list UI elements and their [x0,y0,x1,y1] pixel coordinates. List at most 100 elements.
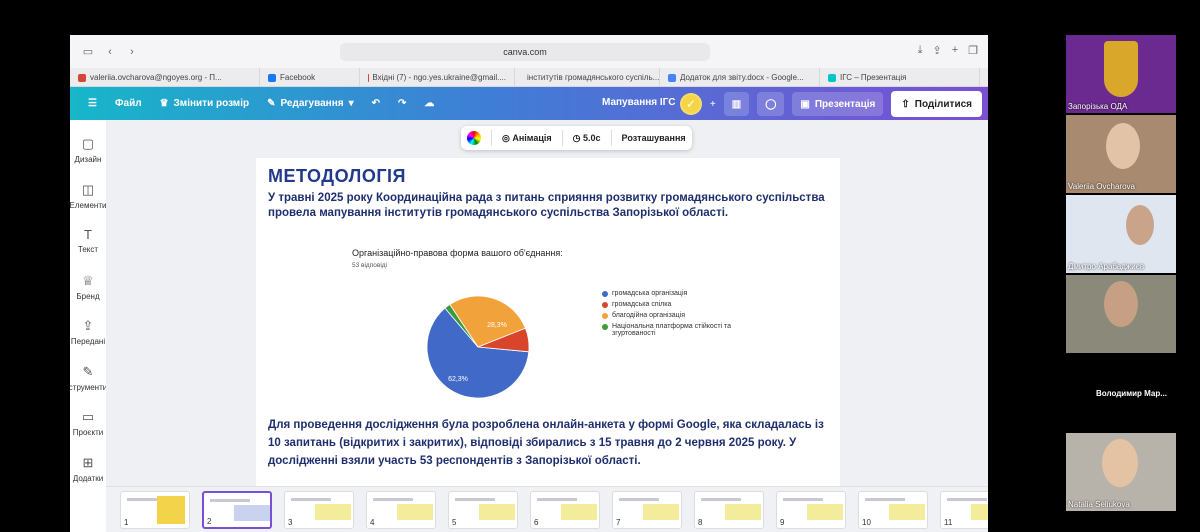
page-thumbnail[interactable]: 7 [612,491,682,529]
participant-tile[interactable]: Valeriia Ovcharova [1066,115,1176,193]
legend-swatch [602,302,608,308]
page-number: 11 [944,518,953,527]
tab-label: інститутів громадянського суспіль... [527,73,660,82]
chart-legend: громадська організація громадська спілка б… [602,290,742,341]
slide-method-text: Для проведення дослідження була розробле… [268,419,824,467]
back-icon[interactable]: ‹ [102,45,118,59]
page-number: 2 [207,517,212,526]
participant-avatar [1102,439,1138,487]
resize-button[interactable]: ♛ Змінити розмір [160,98,250,109]
thumbnail-preview [479,504,515,520]
page-thumbnail[interactable]: 11 [940,491,988,529]
sidebar-item-label: Проєкти [72,428,104,437]
thumbnail-preview [889,504,925,520]
edit-label: Редагування [280,98,344,109]
comment-icon[interactable]: ◯ [757,92,785,116]
page-thumbnail[interactable]: 6 [530,491,600,529]
left-sidebar: ▢ Дизайн ◫ Елементи T Текст ♕ Бренд ⇪ Передані ✎ ст… [70,120,107,532]
favicon-icon [828,73,836,82]
upload-icon: ⇧ [901,98,910,110]
browser-window: ▭ ‹ › canva.com ⤓ ⇪ + ❐ valeriia.ovcharo… [70,35,988,532]
share-button[interactable]: ⇧ Поділитися [891,91,982,117]
sidebar-item-label: Бренд [76,291,100,301]
add-icon[interactable]: + [710,99,716,110]
legend-label: Національна платформа стійкості та згурт… [612,323,732,337]
participant-tile[interactable]: Запорізька ОДА [1066,35,1176,113]
page-number: 7 [616,518,621,527]
color-icon[interactable] [467,131,481,145]
browser-tab[interactable]: Facebook [260,68,360,87]
participant-tile[interactable]: Natalia Seliukova [1066,433,1176,511]
duration-button[interactable]: ◷ 5.0с [573,133,601,144]
tab-label: ІГС – Презентація [840,73,907,82]
thumbnail-preview [291,498,331,501]
cloud-icon[interactable]: ☁ [424,98,434,109]
divider [491,130,492,146]
forward-icon[interactable]: › [124,45,140,59]
canva-header: ☰ Файл ♛ Змінити розмір ✎ Редагування ▾ ↶ … [70,87,988,120]
legend-label: громадська спілка [612,301,672,308]
slide[interactable]: МЕТОДОЛОГІЯ У травні 2025 року Координац… [256,158,840,486]
page-thumbnail[interactable]: 1 [120,491,190,529]
thumbnail-preview [234,505,270,521]
divider [561,130,563,146]
check-icon[interactable]: ✓ [679,93,702,115]
divider [610,130,612,146]
pie-slice [444,303,479,348]
thumbnail-preview [947,498,987,501]
participant-avatar [1104,281,1138,327]
page-thumbnail[interactable]: 10 [858,491,928,529]
favicon-icon [668,73,676,82]
browser-tab[interactable]: Додаток для звіту.docx - Google... [660,68,820,87]
document-title[interactable]: Мапування ІГС [602,97,675,108]
browser-tab[interactable]: Вхідні (7) - ngo.yes.ukraine@gmail.... [360,68,515,87]
page-thumbnail[interactable]: 9 [776,491,846,529]
participant-tile[interactable]: Володимир Мар... [1066,355,1176,433]
resize-label: Змінити розмір [173,98,250,109]
new-tab-icon[interactable]: + [952,44,958,57]
file-menu[interactable]: Файл [115,98,142,109]
legend-item: благодійна організація [602,312,742,319]
browser-tab[interactable]: інститутів громадянського суспіль... [515,68,660,87]
position-button[interactable]: Розташування [622,133,686,143]
sidebar-item-label: Елементи [70,200,107,210]
address-bar[interactable]: canva.com [340,43,710,61]
download-icon[interactable]: ⤓ [918,44,923,57]
menu-icon[interactable]: ☰ [88,98,97,109]
favicon-icon [78,73,86,82]
editor-workspace: ◎ Анімація ◷ 5.0с Розташування МЕТОДОЛОГ… [106,120,988,532]
floating-toolbar: ◎ Анімація ◷ 5.0с Розташування [461,126,692,150]
chart-title: Організаційно-правова форма вашого об'єд… [352,248,563,258]
page-thumbnail[interactable]: 4 [366,491,436,529]
pie-data-label: 28,3% [487,322,507,329]
browser-tab[interactable]: ІГС – Презентація [820,68,980,87]
page-thumbnail[interactable]: 5 [448,491,518,529]
thumbnail-preview [619,498,659,501]
sidebar-toggle-icon[interactable]: ▭ [80,45,96,59]
present-button[interactable]: ▣ Презентація [792,92,884,116]
participant-tile[interactable]: Дмитро Арабаджиєв [1066,195,1176,273]
browser-toolbar: ▭ ‹ › canva.com ⤓ ⇪ + ❐ [70,35,988,68]
page-number: 5 [452,518,457,527]
animation-button[interactable]: ◎ Анімація [502,133,552,144]
tab-label: Facebook [280,73,316,82]
pie-data-label: 62,3% [448,376,468,383]
share-icon[interactable]: ⇪ [932,44,941,57]
page-number: 9 [780,518,785,527]
browser-tab[interactable]: valeriia.ovcharova@ngoyes.org - П... [70,68,260,87]
thumbnail-preview [561,504,597,520]
thumbnail-preview [315,504,351,520]
undo-icon[interactable]: ↶ [372,98,380,109]
participant-name: Natalia Seliukova [1068,500,1130,509]
stats-icon[interactable]: ▥ [723,92,750,116]
tabs-overview-icon[interactable]: ❐ [968,44,978,57]
sidebar-item-label: Передані [70,337,106,346]
redo-icon[interactable]: ↷ [398,98,406,109]
thumbnail-preview [397,504,433,520]
page-thumbnail[interactable]: 8 [694,491,764,529]
page-thumbnail[interactable]: 2 [202,491,272,529]
participant-tile[interactable] [1066,275,1176,353]
pie-slice [426,307,530,399]
page-thumbnail[interactable]: 3 [284,491,354,529]
edit-button[interactable]: ✎ Редагування ▾ [267,98,354,109]
